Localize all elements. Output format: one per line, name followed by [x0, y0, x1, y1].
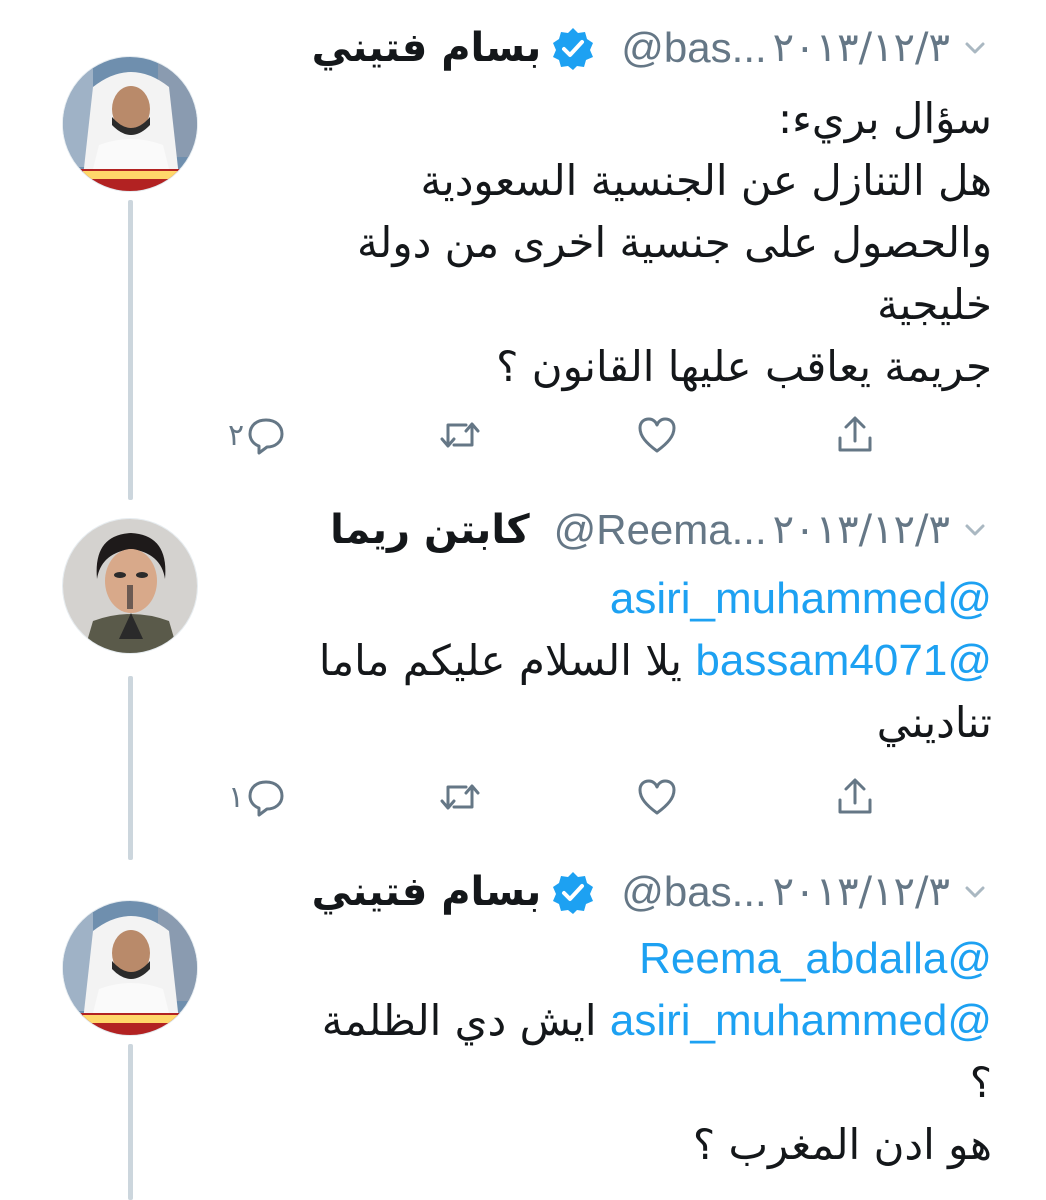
reply-button[interactable]: ٢: [228, 410, 286, 460]
tweet-text-fragment: ايش دي الظلمة: [321, 996, 597, 1045]
display-name[interactable]: كابتن ريما: [330, 507, 529, 553]
tweet-line: سؤال بريء:: [777, 94, 992, 143]
share-icon: [838, 416, 872, 452]
tweet-text: @asiri_muhammed @bassam4071 يلا السلام ع…: [232, 568, 992, 754]
reply-icon: [248, 780, 284, 817]
chevron-down-icon[interactable]: [958, 31, 992, 65]
tweet-header: ٢٠١٣/١٢/٣ @bas... بسام فتيني: [312, 862, 992, 922]
tweet-date[interactable]: ٢٠١٣/١٢/٣: [773, 869, 950, 915]
avatar[interactable]: [62, 56, 198, 192]
tweet-date[interactable]: ٢٠١٣/١٢/٣: [773, 507, 950, 553]
mention-link[interactable]: @Reema_abdalla: [639, 934, 992, 983]
tweet-header: ٢٠١٣/١٢/٣ @Reema... كابتن ريما: [330, 500, 992, 560]
tweet-header: ٢٠١٣/١٢/٣ @bas... بسام فتيني: [312, 18, 992, 78]
reply-count: ١: [228, 779, 245, 815]
tweet[interactable]: ٢٠١٣/١٢/٣ @Reema... كابتن ريما @asiri_mu…: [0, 500, 1046, 860]
verified-badge-icon: [551, 25, 597, 71]
display-name[interactable]: بسام فتيني: [312, 869, 542, 915]
avatar[interactable]: [62, 518, 198, 654]
tweet-text: سؤال بريء: هل التنازل عن الجنسية السعودي…: [232, 88, 992, 398]
retweet-icon: [440, 784, 480, 810]
display-name[interactable]: بسام فتيني: [312, 25, 542, 71]
tweet-text: @Reema_abdalla @asiri_muhammed ايش دي ال…: [232, 928, 992, 1176]
tweet-text-fragment: يلا السلام عليكم ماما: [318, 636, 683, 685]
retweet-button[interactable]: [438, 772, 482, 822]
share-icon: [838, 778, 872, 814]
tweet-actions: ٢: [0, 410, 1046, 460]
verified-badge-icon: [551, 869, 597, 915]
chevron-down-icon[interactable]: [958, 513, 992, 547]
mention-link[interactable]: @asiri_muhammed: [610, 574, 992, 623]
user-handle[interactable]: @Reema...: [554, 506, 767, 554]
retweet-icon: [440, 422, 480, 448]
user-handle[interactable]: @bas...: [621, 868, 766, 916]
tweet-date[interactable]: ٢٠١٣/١٢/٣: [773, 25, 950, 71]
tweet-actions: ١: [0, 772, 1046, 822]
tweet-line: تناديني: [876, 698, 992, 747]
tweet-line: @asiri_muhammed: [232, 568, 992, 630]
mention-link[interactable]: @bassam4071: [695, 636, 992, 685]
user-handle[interactable]: @bas...: [621, 24, 766, 72]
tweet[interactable]: ٢٠١٣/١٢/٣ @bas... بسام فتيني سؤال بريء: …: [0, 0, 1046, 500]
share-button[interactable]: [834, 772, 876, 822]
reply-icon: [248, 418, 284, 455]
retweet-button[interactable]: [438, 410, 482, 460]
tweet-line: والحصول على جنسية اخرى من دولة: [357, 218, 992, 267]
like-icon: [638, 779, 676, 815]
tweet-line: هل التنازل عن الجنسية السعودية: [420, 156, 992, 205]
tweet-line: خليجية: [877, 280, 992, 329]
tweet-line: @bassam4071 يلا السلام عليكم ماما: [232, 630, 992, 692]
mention-link[interactable]: @asiri_muhammed: [610, 996, 992, 1045]
tweet-line: @asiri_muhammed ايش دي الظلمة: [232, 990, 992, 1052]
avatar[interactable]: [62, 900, 198, 1036]
tweet-line: ؟: [969, 1058, 992, 1107]
chevron-down-icon[interactable]: [958, 875, 992, 909]
like-button[interactable]: [636, 772, 678, 822]
reply-button[interactable]: ١: [228, 772, 286, 822]
tweet[interactable]: ٢٠١٣/١٢/٣ @bas... بسام فتيني @Reema_abda…: [0, 860, 1046, 1200]
like-icon: [638, 417, 676, 453]
reply-count: ٢: [228, 417, 245, 453]
like-button[interactable]: [636, 410, 678, 460]
tweet-line: هو ادن المغرب ؟: [692, 1120, 992, 1169]
share-button[interactable]: [834, 410, 876, 460]
tweet-line: @Reema_abdalla: [232, 928, 992, 990]
tweet-line: جريمة يعاقب عليها القانون ؟: [496, 342, 992, 391]
